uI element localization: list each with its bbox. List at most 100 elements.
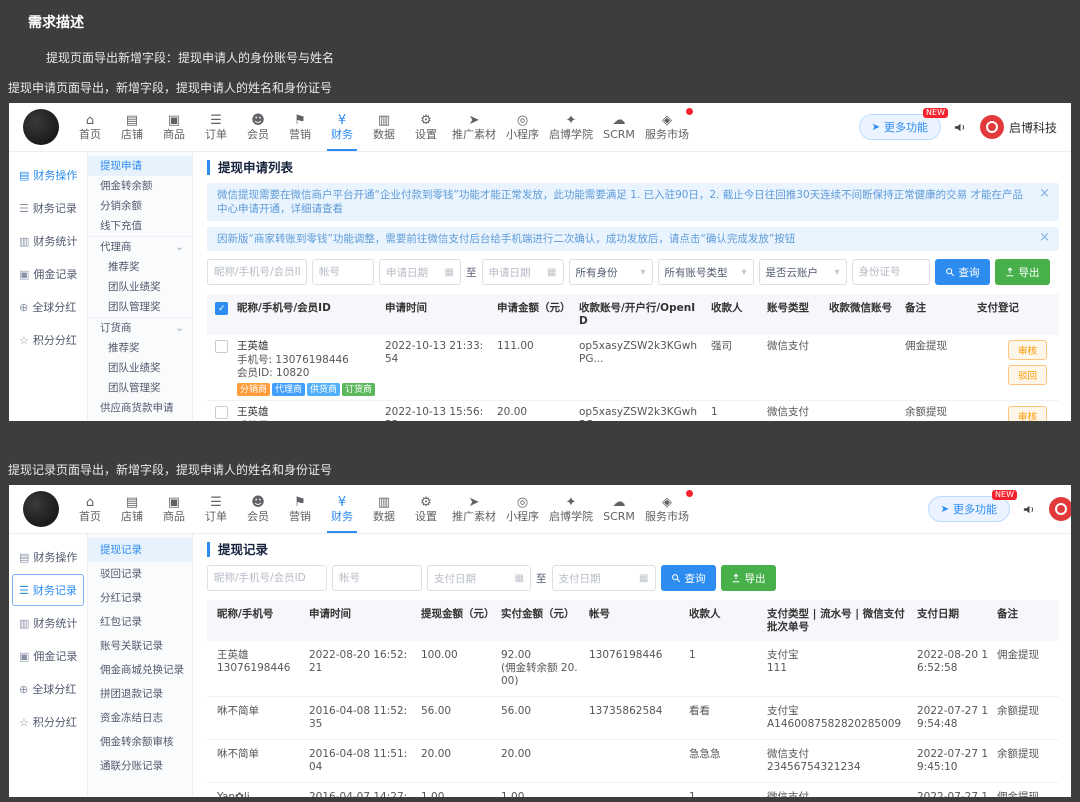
row-checkbox[interactable] (215, 406, 228, 419)
nav-item[interactable]: ☁ SCRM (598, 103, 640, 151)
nav-item[interactable]: ⚑ 营销 (279, 103, 321, 151)
more-features-button[interactable]: ➤ 更多功能 NEW (858, 108, 948, 140)
nav-item[interactable]: ✦ 启博学院 (544, 485, 598, 533)
menu-item[interactable]: 订货商 (88, 317, 192, 338)
menu-item[interactable]: 红包记录 (88, 610, 192, 634)
menu-item[interactable]: 团队业绩奖 (88, 358, 192, 378)
more-features-button[interactable]: ➤ 更多功能 NEW (927, 490, 1017, 522)
menu-item[interactable]: 推荐奖 (88, 257, 192, 277)
nav-item[interactable]: ☻ 会员 (237, 103, 279, 151)
member-name[interactable]: 王英雄 (217, 649, 301, 662)
menu-item[interactable]: 线下充值 (88, 216, 192, 236)
menu-item[interactable]: 推荐奖 (88, 338, 192, 358)
sidebar1-item[interactable]: ⊕ 全球分红 (12, 291, 84, 323)
nav-item-icon: ➤ (468, 113, 480, 128)
sidebar1-item[interactable]: ▥ 财务统计 (12, 607, 84, 639)
nav-item[interactable]: ◎ 小程序 (501, 103, 544, 151)
approve-button[interactable]: 审核 (1007, 406, 1047, 421)
nav-item[interactable]: ▥ 数据 (363, 103, 405, 151)
close-icon[interactable]: × (1039, 187, 1050, 201)
search-button[interactable]: 查询 (934, 259, 990, 285)
close-icon[interactable]: × (1039, 231, 1050, 245)
date-start-picker[interactable]: 支付日期 ▦ (427, 565, 531, 591)
account-type-select[interactable]: 所有账号类型 ▾ (657, 259, 754, 285)
menu-item[interactable]: 账号关联记录 (88, 634, 192, 658)
menu-item[interactable]: 提现申请 (88, 156, 192, 176)
row-checkbox[interactable] (215, 340, 228, 353)
nav-item[interactable]: ✦ 启博学院 (544, 103, 598, 151)
keyword-input[interactable] (207, 259, 307, 285)
nav-item[interactable]: ◈ 服务市场 (640, 103, 694, 151)
date-start-picker[interactable]: 申请日期 ▦ (379, 259, 461, 285)
menu-item[interactable]: 团队管理奖 (88, 297, 192, 317)
nav-item[interactable]: ➤ 推广素材 (447, 485, 501, 533)
sidebar1-item[interactable]: ☰ 财务记录 (12, 192, 84, 224)
export-button[interactable]: 导出 (994, 259, 1050, 285)
menu-item[interactable]: 拼团退款记录 (88, 682, 192, 706)
nav-item[interactable]: ➤ 推广素材 (447, 103, 501, 151)
export-button[interactable]: 导出 (720, 565, 776, 591)
reject-button[interactable]: 驳回 (1007, 365, 1047, 385)
nav-item[interactable]: ¥ 财务 (321, 103, 363, 151)
nav-item[interactable]: ◈ 服务市场 (640, 485, 694, 533)
nav-item[interactable]: ⌂ 首页 (69, 103, 111, 151)
nav-item[interactable]: ☰ 订单 (195, 103, 237, 151)
sidebar1-item[interactable]: ▤ 财务操作 (12, 159, 84, 191)
sidebar1-item[interactable]: ▥ 财务统计 (12, 225, 84, 257)
menu-item[interactable]: 分销余额 (88, 196, 192, 216)
nav-item[interactable]: ▤ 店铺 (111, 103, 153, 151)
select-all-checkbox[interactable] (215, 302, 228, 315)
nav-item[interactable]: ⚙ 设置 (405, 485, 447, 533)
member-name[interactable]: 王英雄 (237, 406, 377, 419)
nav-item[interactable]: ☁ SCRM (598, 485, 640, 533)
menu-item[interactable]: 佣金转余额 (88, 176, 192, 196)
account-input[interactable] (312, 259, 374, 285)
note: 佣金提现 (905, 340, 947, 352)
menu-item[interactable]: 供应商货款申请 (88, 398, 192, 418)
member-name[interactable]: 咻不简单 (217, 748, 301, 761)
approve-button[interactable]: 审核 (1007, 340, 1047, 360)
menu-item[interactable]: 代理商 (88, 236, 192, 257)
nav-item[interactable]: ▥ 数据 (363, 485, 405, 533)
menu-item[interactable]: 提现记录 (88, 538, 192, 562)
member-name[interactable]: 咻不简单 (217, 705, 301, 718)
nav-item[interactable]: ☻ 会员 (237, 485, 279, 533)
menu-item[interactable]: 通联分账记录 (88, 754, 192, 778)
nav-item[interactable]: ▣ 商品 (153, 103, 195, 151)
sidebar1-item[interactable]: ⊕ 全球分红 (12, 673, 84, 705)
menu-item[interactable]: 佣金转余额审核 (88, 730, 192, 754)
sidebar1-item[interactable]: ☰ 财务记录 (12, 574, 84, 606)
menu-item[interactable]: 分红记录 (88, 586, 192, 610)
menu-item[interactable]: 团队业绩奖 (88, 277, 192, 297)
nav-item[interactable]: ⚙ 设置 (405, 103, 447, 151)
nav-item[interactable]: ▣ 商品 (153, 485, 195, 533)
member-name[interactable]: 王英雄 (237, 340, 377, 353)
idcard-input[interactable] (851, 259, 930, 285)
identity-select[interactable]: 所有身份 ▾ (568, 259, 653, 285)
sidebar1-item[interactable]: ▣ 佣金记录 (12, 258, 84, 290)
menu-item[interactable]: 团队管理奖 (88, 378, 192, 398)
member-name[interactable]: Yan✿li (217, 791, 301, 797)
keyword-input[interactable] (207, 565, 327, 591)
menu-item[interactable]: 资金冻结日志 (88, 706, 192, 730)
sidebar1-item[interactable]: ▣ 佣金记录 (12, 640, 84, 672)
sidebar1-item[interactable]: ▤ 财务操作 (12, 541, 84, 573)
date-end-picker[interactable]: 申请日期 ▦ (481, 259, 564, 285)
search-button[interactable]: 查询 (660, 565, 716, 591)
sidebar1-item[interactable]: ☆ 积分分红 (12, 324, 84, 356)
sidebar1-item[interactable]: ☆ 积分分红 (12, 706, 84, 738)
menu-item[interactable]: 驳回记录 (88, 562, 192, 586)
date-end-picker[interactable]: 支付日期 ▦ (551, 565, 656, 591)
announcement-icon[interactable] (1022, 502, 1037, 517)
announcement-icon[interactable] (953, 120, 968, 135)
cloud-account-select[interactable]: 是否云账户 ▾ (758, 259, 847, 285)
nav-item[interactable]: ¥ 财务 (321, 485, 363, 533)
nav-item[interactable]: ▤ 店铺 (111, 485, 153, 533)
menu-item[interactable]: 佣金商城兑换记录 (88, 658, 192, 682)
nav-item[interactable]: ⚑ 营销 (279, 485, 321, 533)
nav-item[interactable]: ⌂ 首页 (69, 485, 111, 533)
nav-item[interactable]: ◎ 小程序 (501, 485, 544, 533)
account-input[interactable] (332, 565, 422, 591)
nav-item[interactable]: ☰ 订单 (195, 485, 237, 533)
menu-item[interactable]: 供应商提现记录 (88, 418, 192, 421)
